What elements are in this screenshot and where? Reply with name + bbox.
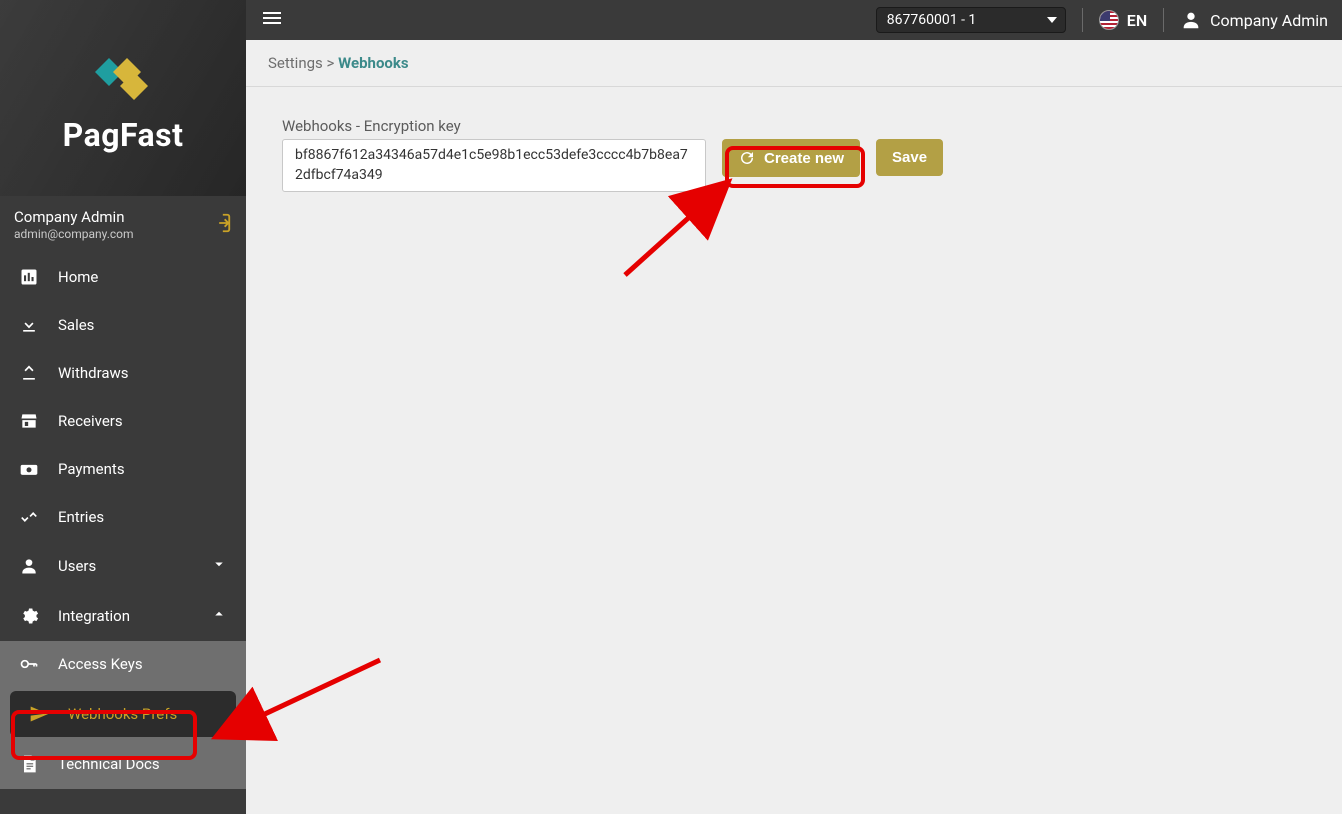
sidebar-item-integration[interactable]: Integration [0,591,246,641]
sidebar-item-webhooks-prefs[interactable]: Webhooks Prefs [10,691,236,737]
breadcrumb: Settings > Webhooks [246,40,1342,87]
sidebar-item-label: Payments [58,460,125,478]
person-icon [18,556,40,576]
sidebar-item-sales[interactable]: Sales [0,301,246,349]
sidebar-subnav-integration: Access Keys Webhooks Prefs Technical Doc… [0,641,246,789]
topbar-user[interactable]: Company Admin [1180,9,1328,31]
chevron-up-icon [210,605,228,627]
sidebar-item-label: Users [58,557,96,575]
encryption-key-input[interactable]: bf8867f612a34346a57d4e1c5e98b1ecc53defe3… [282,139,706,192]
topbar: 867760001 - 1 EN Company Admin [246,0,1342,40]
gear-icon [18,606,40,626]
document-icon [18,754,40,774]
sidebar-user-block: Company Admin admin@company.com [0,196,246,253]
refresh-icon [738,149,756,167]
sidebar-item-label: Receivers [58,412,123,430]
download-icon [18,315,40,335]
sidebar: PagFast Company Admin admin@company.com … [0,0,246,814]
sidebar-item-receivers[interactable]: Receivers [0,397,246,445]
store-icon [18,411,40,431]
sidebar-user-name: Company Admin [14,208,134,226]
topbar-user-name: Company Admin [1210,11,1328,30]
swap-icon [18,507,40,527]
sidebar-item-users[interactable]: Users [0,541,246,591]
create-new-label: Create new [764,150,844,167]
sidebar-item-home[interactable]: Home [0,253,246,301]
cash-icon [18,459,40,479]
brand-name: PagFast [63,116,184,154]
topbar-divider [1163,8,1164,32]
sidebar-nav: Home Sales Withdraws Receivers Payments … [0,253,246,789]
sidebar-item-label: Webhooks Prefs [68,705,177,723]
chevron-down-icon [210,555,228,577]
person-icon [1180,9,1202,31]
upload-icon [18,363,40,383]
sidebar-user-email: admin@company.com [14,227,134,241]
sidebar-item-label: Sales [58,316,94,334]
breadcrumb-sep: > [327,54,335,72]
key-icon [18,654,40,674]
account-selected-label: 867760001 - 1 [887,12,977,28]
sidebar-item-label: Access Keys [58,655,143,673]
flag-us-icon [1099,10,1119,30]
main-area: 867760001 - 1 EN Company Admin Settings … [246,0,1342,814]
sidebar-item-access-keys[interactable]: Access Keys [0,641,246,687]
account-selector[interactable]: 867760001 - 1 [876,7,1066,33]
menu-toggle-icon[interactable] [260,6,284,34]
brand-logo-block: PagFast [0,0,246,196]
encryption-key-label: Webhooks - Encryption key [282,117,1306,135]
sidebar-item-withdraws[interactable]: Withdraws [0,349,246,397]
save-label: Save [892,149,927,166]
topbar-divider [1082,8,1083,32]
breadcrumb-root[interactable]: Settings [268,54,323,72]
language-label: EN [1127,11,1147,30]
sidebar-item-label: Technical Docs [58,755,160,773]
brand-logo-icon [83,42,163,112]
sidebar-item-payments[interactable]: Payments [0,445,246,493]
save-button[interactable]: Save [876,139,943,176]
logout-icon[interactable] [210,212,232,238]
sidebar-item-technical-docs[interactable]: Technical Docs [0,741,246,787]
language-selector[interactable]: EN [1099,10,1147,30]
send-icon [28,704,50,724]
sidebar-item-label: Integration [58,607,130,625]
create-new-button[interactable]: Create new [722,139,860,177]
sidebar-item-label: Entries [58,508,104,526]
content: Webhooks - Encryption key bf8867f612a343… [246,87,1342,222]
chart-bar-icon [18,267,40,287]
sidebar-item-entries[interactable]: Entries [0,493,246,541]
breadcrumb-current: Webhooks [338,54,409,72]
sidebar-item-label: Withdraws [58,364,129,382]
sidebar-item-label: Home [58,268,98,286]
